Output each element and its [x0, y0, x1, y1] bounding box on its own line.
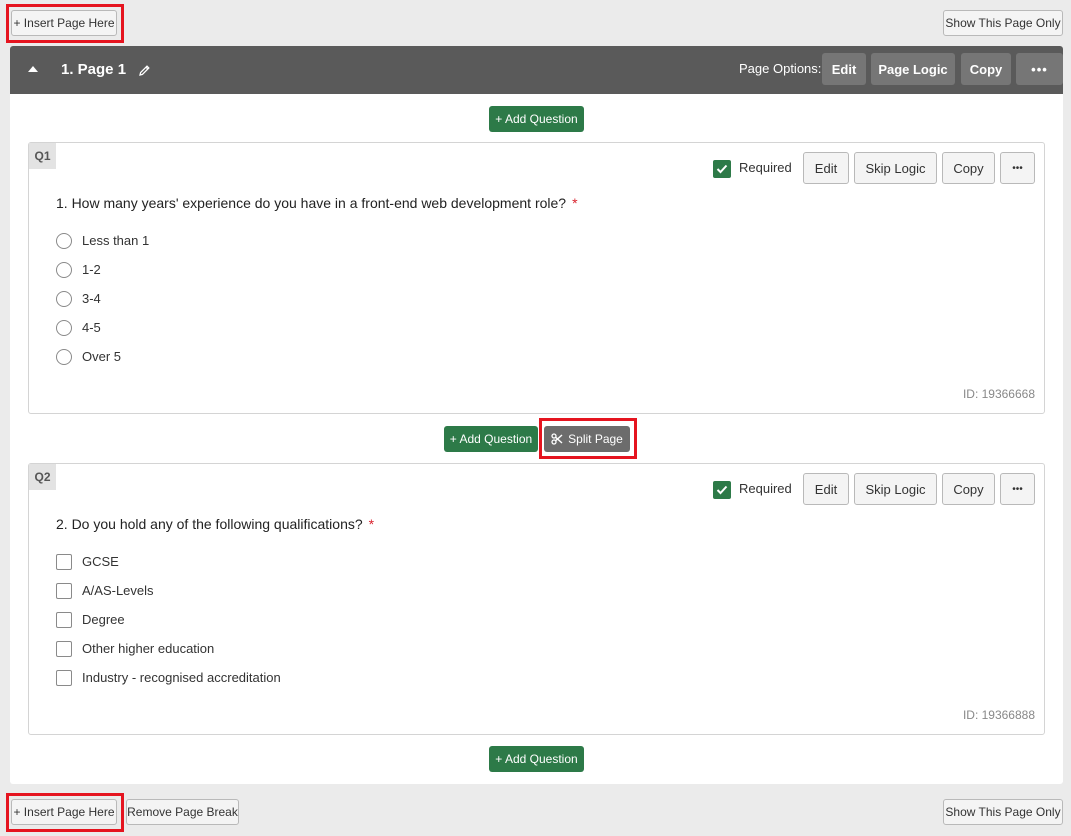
- question-id: ID: 19366888: [962, 708, 1035, 722]
- required-asterisk: *: [572, 195, 578, 211]
- radio-button[interactable]: [56, 348, 72, 365]
- answer-option[interactable]: Over 5: [56, 342, 149, 371]
- highlight-split-page: [539, 418, 637, 459]
- check-icon: [716, 485, 728, 495]
- checkbox[interactable]: [56, 669, 72, 686]
- page-card: 1. Page 1 Page Options: Edit Page Logic …: [10, 46, 1063, 784]
- answer-option[interactable]: 1-2: [56, 255, 149, 284]
- skip-logic-button[interactable]: Skip Logic: [854, 473, 937, 505]
- option-label: Other higher education: [82, 641, 215, 656]
- caret-up-icon[interactable]: [28, 66, 38, 72]
- checkbox[interactable]: [56, 611, 72, 628]
- page-copy-button[interactable]: Copy: [961, 53, 1011, 85]
- question-text-label: 2. Do you hold any of the following qual…: [56, 516, 363, 532]
- required-checkbox[interactable]: [713, 481, 731, 499]
- page-header: 1. Page 1 Page Options: Edit Page Logic …: [10, 46, 1063, 94]
- answer-option[interactable]: Less than 1: [56, 226, 149, 255]
- required-checkbox[interactable]: [713, 160, 731, 178]
- page-more-button[interactable]: •••: [1016, 53, 1063, 85]
- option-label: 1-2: [82, 262, 101, 277]
- question-edit-button[interactable]: Edit: [803, 152, 849, 184]
- option-label: Over 5: [82, 349, 122, 364]
- page-options-label: Page Options:: [739, 61, 822, 76]
- question-more-button[interactable]: •••: [1000, 152, 1035, 184]
- answer-option[interactable]: Other higher education: [56, 634, 281, 663]
- question-badge: Q1: [29, 143, 56, 169]
- answer-options: GCSE A/AS-Levels Degree Other higher edu…: [56, 547, 281, 692]
- highlight-insert-page-top: [6, 4, 124, 43]
- add-question-button-middle[interactable]: + Add Question: [444, 426, 538, 452]
- add-question-button-bottom[interactable]: + Add Question: [489, 746, 584, 772]
- question-card-q1: Q1 Required Edit Skip Logic Copy ••• 1. …: [28, 142, 1045, 414]
- checkbox[interactable]: [56, 553, 72, 570]
- answer-option[interactable]: Industry - recognised accreditation: [56, 663, 281, 692]
- question-text: 2. Do you hold any of the following qual…: [56, 516, 374, 532]
- question-copy-button[interactable]: Copy: [942, 152, 995, 184]
- option-label: Industry - recognised accreditation: [82, 670, 281, 685]
- question-edit-button[interactable]: Edit: [803, 473, 849, 505]
- required-label: Required: [739, 160, 792, 175]
- question-more-button[interactable]: •••: [1000, 473, 1035, 505]
- page-edit-button[interactable]: Edit: [822, 53, 866, 85]
- required-label: Required: [739, 481, 792, 496]
- option-label: 4-5: [82, 320, 101, 335]
- required-asterisk: *: [368, 516, 375, 532]
- radio-button[interactable]: [56, 319, 72, 336]
- answer-option[interactable]: A/AS-Levels: [56, 576, 281, 605]
- add-question-button-top[interactable]: + Add Question: [489, 106, 584, 132]
- page-logic-button[interactable]: Page Logic: [871, 53, 955, 85]
- checkbox[interactable]: [56, 582, 72, 599]
- radio-button[interactable]: [56, 232, 72, 249]
- answer-options: Less than 1 1-2 3-4 4-5 Over 5: [56, 226, 149, 371]
- option-label: A/AS-Levels: [82, 583, 154, 598]
- highlight-insert-page-bottom: [6, 793, 124, 832]
- question-id: ID: 19366668: [962, 387, 1035, 401]
- checkbox[interactable]: [56, 640, 72, 657]
- show-page-only-button-bottom[interactable]: Show This Page Only: [943, 799, 1063, 825]
- answer-option[interactable]: 4-5: [56, 313, 149, 342]
- skip-logic-button[interactable]: Skip Logic: [854, 152, 937, 184]
- question-text: 1. How many years' experience do you hav…: [56, 195, 578, 211]
- option-label: Less than 1: [82, 233, 150, 248]
- check-icon: [716, 164, 728, 174]
- answer-option[interactable]: 3-4: [56, 284, 149, 313]
- option-label: GCSE: [82, 554, 119, 569]
- radio-button[interactable]: [56, 261, 72, 278]
- question-copy-button[interactable]: Copy: [942, 473, 995, 505]
- show-page-only-button-top[interactable]: Show This Page Only: [943, 10, 1063, 36]
- remove-page-break-button[interactable]: Remove Page Break: [126, 799, 239, 825]
- question-badge: Q2: [29, 464, 56, 490]
- question-card-q2: Q2 Required Edit Skip Logic Copy ••• 2. …: [28, 463, 1045, 735]
- pencil-icon[interactable]: [138, 64, 151, 77]
- page-title: 1. Page 1: [61, 61, 127, 78]
- radio-button[interactable]: [56, 290, 72, 307]
- option-label: 3-4: [82, 291, 101, 306]
- option-label: Degree: [82, 612, 125, 627]
- answer-option[interactable]: Degree: [56, 605, 281, 634]
- question-text-label: 1. How many years' experience do you hav…: [56, 195, 567, 211]
- answer-option[interactable]: GCSE: [56, 547, 281, 576]
